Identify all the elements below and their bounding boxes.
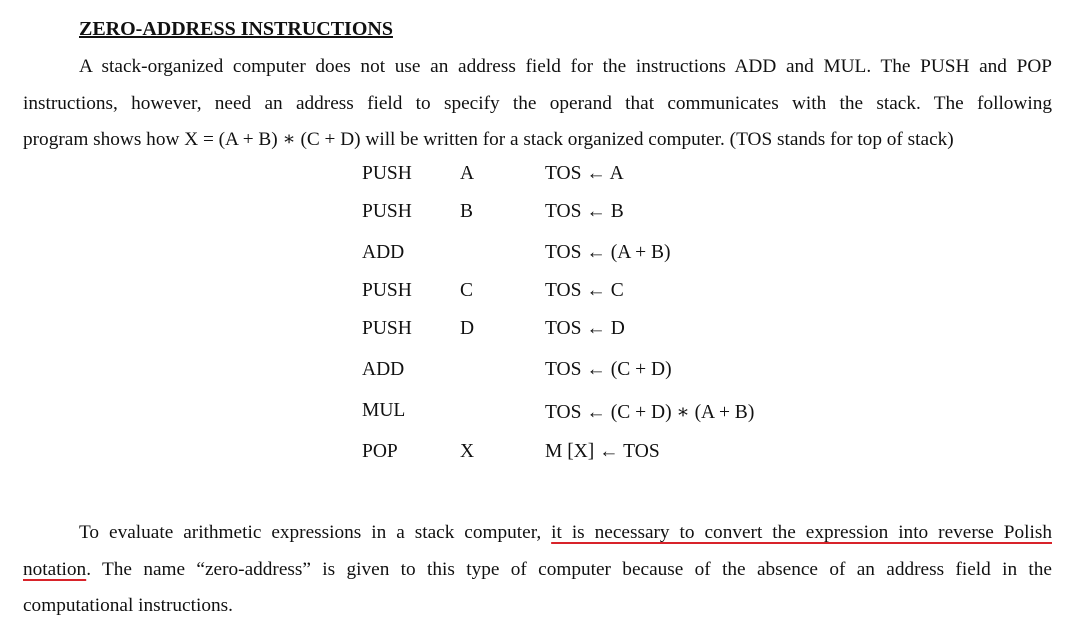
opcode: PUSH (362, 201, 412, 222)
red-annotation-underline: it is necessary to convert the expressio… (551, 522, 1052, 543)
opcode: PUSH (362, 318, 412, 339)
stack-operation: TOS ← B (545, 201, 624, 222)
stack-operation: TOS ← (C + D) ∗ (A + B) (545, 402, 755, 423)
section-heading: ZERO-ADDRESS INSTRUCTIONS (79, 18, 393, 40)
intro-line-2: instructions, however, need an address f… (23, 92, 1052, 114)
document-page: ZERO-ADDRESS INSTRUCTIONS A stack-organi… (0, 0, 1072, 635)
stack-operation: TOS ← D (545, 318, 625, 339)
conclusion-line-2-plain: . The name “zero-address” is given to th… (86, 558, 1052, 580)
opcode: ADD (362, 242, 405, 263)
operand: X (460, 441, 475, 462)
intro-line-1: A stack-organized computer does not use … (23, 49, 1052, 86)
intro-paragraph: A stack-organized computer does not use … (23, 49, 1052, 159)
operand: A (460, 163, 475, 184)
stack-operation: TOS ← A (545, 163, 624, 184)
red-annotation-underline: notation (23, 558, 87, 580)
opcode: MUL (362, 400, 406, 421)
operand: C (460, 280, 474, 301)
stack-operation: TOS ← (C + D) (545, 359, 672, 380)
stack-operation: TOS ← C (545, 280, 624, 301)
intro-line-3: program shows how X = (A + B) ∗ (C + D) … (23, 129, 954, 150)
operand: D (460, 318, 475, 339)
intro-line-1-text: A stack-organized computer does not use … (79, 56, 1052, 77)
conclusion-line-1-plain: To evaluate arithmetic expressions in a … (79, 522, 552, 543)
stack-operation: M [X] ← TOS (545, 441, 660, 462)
opcode: ADD (362, 359, 405, 380)
conclusion-line-3: computational instructions. (23, 595, 233, 616)
conclusion-line-2: notation. The name “zero-address” is giv… (23, 552, 1052, 589)
conclusion-line-1: To evaluate arithmetic expressions in a … (23, 515, 1052, 552)
conclusion-paragraph: To evaluate arithmetic expressions in a … (23, 515, 1052, 625)
stack-operation: TOS ← (A + B) (545, 242, 671, 263)
opcode: POP (362, 441, 398, 462)
operand: B (460, 201, 474, 222)
opcode: PUSH (362, 280, 412, 301)
opcode: PUSH (362, 163, 412, 184)
